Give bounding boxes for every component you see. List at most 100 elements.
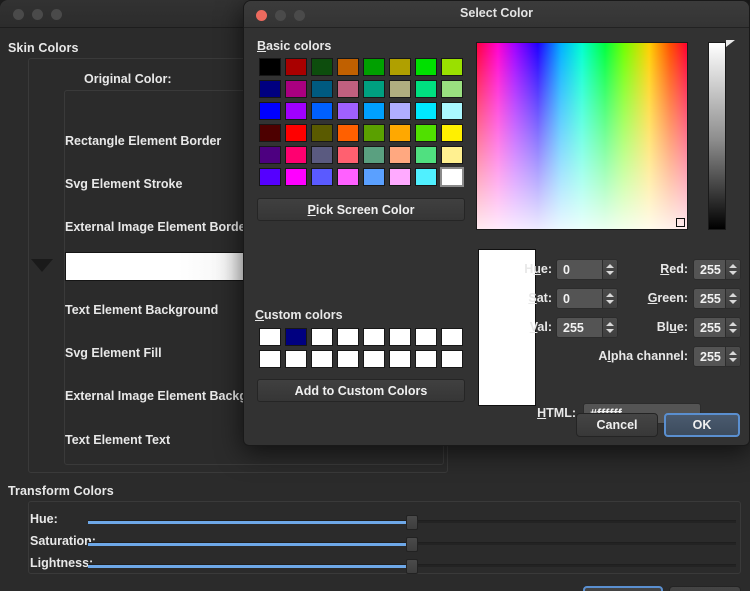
close-button-icon[interactable]	[13, 9, 24, 20]
custom-color-swatch-4[interactable]	[361, 326, 387, 348]
chevron-down-icon[interactable]	[729, 358, 737, 362]
hue-slider-handle[interactable]	[406, 515, 418, 530]
basic-color-swatch-10[interactable]	[309, 78, 335, 100]
basic-color-swatch-21[interactable]	[387, 100, 413, 122]
chevron-down-icon[interactable]	[606, 329, 614, 333]
basic-color-swatch-5[interactable]	[387, 56, 413, 78]
chevron-down-icon[interactable]	[729, 271, 737, 275]
chevron-up-icon[interactable]	[729, 293, 737, 297]
basic-color-swatch-25[interactable]	[283, 122, 309, 144]
chevron-down-icon[interactable]	[606, 271, 614, 275]
chevron-up-icon[interactable]	[729, 264, 737, 268]
chevron-down-icon[interactable]	[606, 300, 614, 304]
basic-colors-grid[interactable]	[257, 56, 465, 188]
chevron-down-icon[interactable]	[31, 259, 53, 272]
sat-spin-arrows[interactable]	[602, 289, 617, 308]
basic-color-swatch-32[interactable]	[257, 144, 283, 166]
basic-color-swatch-1[interactable]	[283, 56, 309, 78]
custom-color-swatch-6[interactable]	[413, 326, 439, 348]
basic-color-swatch-11[interactable]	[335, 78, 361, 100]
custom-color-swatch-10[interactable]	[309, 348, 335, 370]
blue-spinbox[interactable]: 255	[693, 317, 741, 338]
basic-color-swatch-12[interactable]	[361, 78, 387, 100]
basic-color-swatch-40[interactable]	[257, 166, 283, 188]
basic-color-swatch-34[interactable]	[309, 144, 335, 166]
basic-color-swatch-23[interactable]	[439, 100, 465, 122]
val-spin-arrows[interactable]	[602, 318, 617, 337]
custom-color-swatch-11[interactable]	[335, 348, 361, 370]
basic-color-swatch-28[interactable]	[361, 122, 387, 144]
basic-color-swatch-36[interactable]	[361, 144, 387, 166]
dialog-ok-button[interactable]: OK	[664, 413, 740, 437]
chevron-up-icon[interactable]	[729, 351, 737, 355]
basic-color-swatch-30[interactable]	[413, 122, 439, 144]
chevron-up-icon[interactable]	[606, 322, 614, 326]
minimize-button-icon[interactable]	[32, 9, 43, 20]
custom-color-swatch-14[interactable]	[413, 348, 439, 370]
green-spin-arrows[interactable]	[725, 289, 740, 308]
saturation-value-picker[interactable]	[476, 42, 688, 230]
chevron-up-icon[interactable]	[729, 322, 737, 326]
zoom-button-icon[interactable]	[51, 9, 62, 20]
basic-color-swatch-41[interactable]	[283, 166, 309, 188]
basic-color-swatch-8[interactable]	[257, 78, 283, 100]
custom-color-swatch-1[interactable]	[283, 326, 309, 348]
red-spin-arrows[interactable]	[725, 260, 740, 279]
custom-color-swatch-2[interactable]	[309, 326, 335, 348]
basic-color-swatch-7[interactable]	[439, 56, 465, 78]
dialog-cancel-button[interactable]: Cancel	[576, 413, 658, 437]
basic-color-swatch-43[interactable]	[335, 166, 361, 188]
custom-color-swatch-3[interactable]	[335, 326, 361, 348]
basic-color-swatch-3[interactable]	[335, 56, 361, 78]
add-to-custom-colors-button[interactable]: Add to Custom Colors	[257, 379, 465, 402]
hue-spinbox[interactable]: 0	[556, 259, 618, 280]
basic-color-swatch-39[interactable]	[439, 144, 465, 166]
basic-color-swatch-2[interactable]	[309, 56, 335, 78]
alpha-spin-arrows[interactable]	[725, 347, 740, 366]
custom-color-swatch-7[interactable]	[439, 326, 465, 348]
chevron-up-icon[interactable]	[606, 293, 614, 297]
basic-color-swatch-20[interactable]	[361, 100, 387, 122]
selected-color-swatch[interactable]	[65, 252, 255, 281]
basic-color-swatch-18[interactable]	[309, 100, 335, 122]
basic-color-swatch-46[interactable]	[413, 166, 439, 188]
basic-color-swatch-22[interactable]	[413, 100, 439, 122]
custom-color-swatch-12[interactable]	[361, 348, 387, 370]
basic-color-swatch-35[interactable]	[335, 144, 361, 166]
basic-color-swatch-37[interactable]	[387, 144, 413, 166]
custom-color-swatch-15[interactable]	[439, 348, 465, 370]
value-slider[interactable]	[708, 42, 726, 230]
cancel-button[interactable]: Cancel	[583, 586, 663, 591]
hue-spin-arrows[interactable]	[602, 260, 617, 279]
custom-color-swatch-8[interactable]	[257, 348, 283, 370]
basic-color-swatch-4[interactable]	[361, 56, 387, 78]
basic-color-swatch-31[interactable]	[439, 122, 465, 144]
sat-spinbox[interactable]: 0	[556, 288, 618, 309]
saturation-slider-handle[interactable]	[406, 537, 418, 552]
custom-color-swatch-5[interactable]	[387, 326, 413, 348]
red-spinbox[interactable]: 255	[693, 259, 741, 280]
pick-screen-color-button[interactable]: Pick Screen Color	[257, 198, 465, 221]
basic-color-swatch-26[interactable]	[309, 122, 335, 144]
basic-color-swatch-0[interactable]	[257, 56, 283, 78]
val-spinbox[interactable]: 255	[556, 317, 618, 338]
custom-colors-grid[interactable]	[257, 326, 465, 370]
basic-color-swatch-24[interactable]	[257, 122, 283, 144]
basic-color-swatch-13[interactable]	[387, 78, 413, 100]
basic-color-swatch-47[interactable]	[439, 166, 465, 188]
chevron-up-icon[interactable]	[606, 264, 614, 268]
custom-color-swatch-9[interactable]	[283, 348, 309, 370]
basic-color-swatch-27[interactable]	[335, 122, 361, 144]
basic-color-swatch-42[interactable]	[309, 166, 335, 188]
saturation-slider[interactable]	[88, 537, 736, 552]
basic-color-swatch-9[interactable]	[283, 78, 309, 100]
basic-color-swatch-6[interactable]	[413, 56, 439, 78]
lightness-slider[interactable]	[88, 559, 736, 574]
custom-color-swatch-0[interactable]	[257, 326, 283, 348]
basic-color-swatch-29[interactable]	[387, 122, 413, 144]
hue-slider[interactable]	[88, 515, 736, 530]
green-spinbox[interactable]: 255	[693, 288, 741, 309]
basic-color-swatch-45[interactable]	[387, 166, 413, 188]
chevron-down-icon[interactable]	[729, 300, 737, 304]
basic-color-swatch-19[interactable]	[335, 100, 361, 122]
